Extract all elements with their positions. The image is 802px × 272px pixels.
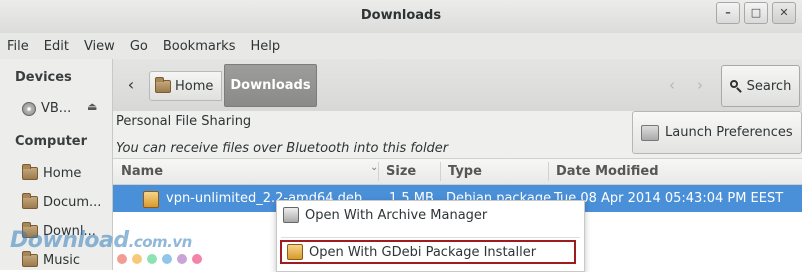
context-menu: Open With Archive Manager Open With GDeb… — [276, 200, 585, 272]
menu-item-open-gdebi[interactable]: Open With GDebi Package Installer — [280, 240, 576, 264]
sidebar-heading-computer: Computer — [15, 134, 88, 149]
folder-icon — [22, 193, 38, 209]
sidebar-item-downloads[interactable]: Downl... — [22, 222, 96, 239]
path-label-home: Home — [175, 78, 214, 94]
close-button[interactable]: ✕ — [772, 2, 796, 24]
watermark-dot — [117, 254, 127, 264]
search-button[interactable]: Search — [721, 65, 800, 107]
menu-file[interactable]: File — [0, 39, 37, 54]
menu-bookmarks[interactable]: Bookmarks — [156, 39, 244, 54]
search-label: Search — [746, 78, 792, 94]
next-arrow-icon[interactable]: › — [697, 76, 703, 94]
column-date-modified[interactable]: Date Modified — [556, 164, 659, 179]
watermark-dot — [177, 254, 187, 264]
watermark-dots — [117, 254, 202, 264]
sidebar-item-documents[interactable]: Docum... — [22, 193, 102, 210]
menu-bar: File Edit View Go Bookmarks Help — [0, 33, 802, 59]
path-button-home[interactable]: Home — [149, 71, 223, 101]
launch-preferences-button[interactable]: Launch Preferences — [632, 111, 802, 154]
sidebar-item-label: Downl... — [43, 224, 96, 239]
sidebar-item-device[interactable]: VB... — [22, 101, 71, 116]
watermark-dot — [147, 254, 157, 264]
menu-help[interactable]: Help — [243, 39, 288, 54]
infobar-description: You can receive files over Bluetooth int… — [116, 141, 449, 156]
menu-go[interactable]: Go — [123, 39, 156, 54]
search-icon — [729, 80, 742, 92]
preferences-icon — [641, 124, 659, 141]
sidebar-item-label: Docum... — [43, 195, 102, 210]
sidebar-item-label: Music — [43, 253, 80, 268]
home-folder-icon — [155, 76, 171, 93]
history-arrows: ‹ › — [658, 71, 714, 99]
deb-package-icon — [143, 191, 159, 208]
previous-arrow-icon[interactable]: ‹ — [669, 76, 675, 94]
menu-view[interactable]: View — [77, 39, 123, 54]
menu-separator — [281, 237, 580, 238]
places-sidebar: Devices VB... ⏏ Computer Home Docum... D… — [0, 59, 113, 270]
menu-item-label: Open With GDebi Package Installer — [309, 244, 537, 260]
column-divider[interactable] — [548, 162, 549, 181]
sidebar-item-label: Home — [43, 166, 82, 181]
eject-icon[interactable]: ⏏ — [87, 100, 97, 113]
toolbar: ‹ Home Downloads ‹ › Search — [113, 59, 802, 112]
column-type[interactable]: Type — [448, 164, 482, 179]
column-divider[interactable] — [378, 162, 379, 181]
folder-icon — [22, 222, 38, 238]
watermark-dot — [192, 254, 202, 264]
sidebar-item-music[interactable]: Music — [22, 251, 80, 268]
column-size[interactable]: Size — [386, 164, 416, 179]
window-titlebar[interactable]: Downloads – □ ✕ — [0, 0, 802, 33]
back-button[interactable]: ‹ — [119, 73, 143, 97]
watermark-dot — [162, 254, 172, 264]
menu-item-label: Open With Archive Manager — [305, 207, 488, 223]
column-header: Name ⌄ Size Type Date Modified — [113, 159, 802, 185]
infobar-title: Personal File Sharing — [116, 114, 252, 129]
menu-edit[interactable]: Edit — [37, 39, 77, 54]
path-button-downloads[interactable]: Downloads — [224, 64, 317, 107]
menu-item-open-archive-manager[interactable]: Open With Archive Manager — [283, 203, 487, 227]
column-name[interactable]: Name — [121, 164, 163, 179]
gdebi-package-icon — [287, 244, 303, 260]
minimize-button[interactable]: – — [716, 2, 740, 24]
window-controls: – □ ✕ — [716, 2, 796, 24]
folder-icon — [22, 251, 38, 267]
home-folder-icon — [22, 164, 38, 180]
watermark-dot — [132, 254, 142, 264]
column-divider[interactable] — [440, 162, 441, 181]
sidebar-item-label: VB... — [41, 101, 72, 116]
maximize-button[interactable]: □ — [744, 2, 768, 24]
watermark-domain: .com.vn — [128, 233, 193, 251]
file-date: Tue 08 Apr 2014 05:43:04 PM EEST — [554, 191, 784, 206]
sidebar-item-home[interactable]: Home — [22, 164, 82, 181]
file-sharing-infobar: Personal File Sharing You can receive fi… — [113, 111, 802, 159]
archive-manager-icon — [283, 207, 299, 223]
drive-icon — [22, 101, 36, 116]
launch-preferences-label: Launch Preferences — [665, 125, 793, 140]
window-title: Downloads — [360, 8, 442, 23]
sidebar-heading-devices: Devices — [15, 70, 72, 85]
